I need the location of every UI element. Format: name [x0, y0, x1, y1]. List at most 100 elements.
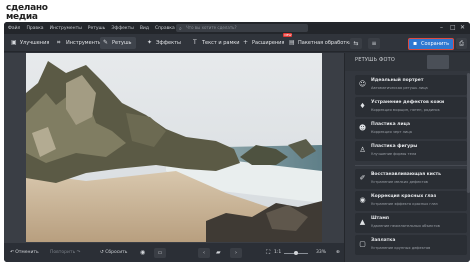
tab-retouch[interactable]: ✎ Ретушь	[100, 37, 136, 49]
menu-effects[interactable]: Эффекты	[111, 26, 134, 31]
panel-scrollbar[interactable]	[467, 73, 470, 193]
beach-photo[interactable]	[26, 53, 322, 242]
minimize-icon[interactable]: –	[440, 24, 443, 32]
panel-header: РЕТУШЬ ФОТО	[345, 53, 470, 71]
layers-button[interactable]: ≡	[368, 38, 380, 49]
compare-button[interactable]: ⇆	[350, 38, 362, 49]
tab-text-frames-label: Текст и рамки	[202, 40, 240, 46]
reset-label: Сбросить	[105, 250, 128, 255]
tab-enhance[interactable]: ▣ Улучшения	[8, 37, 53, 49]
app-screenshot: сделано медиа Файл Правка Инструменты Ре…	[0, 0, 474, 266]
tool-figure-plastic[interactable]: ♙ Пластика фигуры Улучшение формы тела	[355, 141, 467, 161]
tool-face-plastic-subtitle: Коррекция черт лица	[371, 130, 412, 134]
tool-healing-brush[interactable]: ✐ Восстанавливающая кисть Устранение мел…	[355, 169, 467, 189]
search-input[interactable]: ⌕ Что вы хотите сделать?	[176, 24, 308, 32]
tool-red-eye[interactable]: ◉ Коррекция красных глаз Устранение эффе…	[355, 191, 467, 211]
zoom-one-to-one[interactable]: 1:1	[274, 248, 281, 258]
batch-icon: ▤	[289, 39, 295, 46]
tab-extensions[interactable]: + Расширения NEW	[240, 33, 293, 49]
maximize-icon[interactable]: □	[450, 24, 456, 32]
panel-thumbnail	[427, 55, 449, 69]
tool-figure-plastic-title: Пластика фигуры	[371, 144, 418, 149]
tab-text-frames[interactable]: T Текст и рамки	[190, 37, 244, 49]
tab-tools-label: Инструменты	[66, 40, 102, 46]
search-icon: ⌕	[179, 26, 182, 32]
fit-screen-icon[interactable]: ⛶	[266, 248, 270, 258]
menu-tools[interactable]: Инструменты	[50, 26, 82, 31]
tool-patch[interactable]: ▢ Заплатка Устранение крупных дефектов	[355, 235, 467, 255]
bottom-bar: ↶ Отменить Повторить ↷ ↺ Сбросить ◉ ▭ ‹ …	[4, 242, 344, 262]
tab-batch[interactable]: ▤ Пакетная обработка	[286, 37, 356, 49]
close-icon[interactable]: ✕	[460, 24, 465, 32]
tab-retouch-label: Ретушь	[112, 40, 132, 46]
tool-face-plastic[interactable]: ☻ Пластика лица Коррекция черт лица	[355, 119, 467, 139]
tool-ideal-portrait[interactable]: ☺ Идеальный портрет Автоматическая ретуш…	[355, 75, 467, 95]
zoom-slider-handle[interactable]	[294, 251, 298, 255]
tool-healing-brush-subtitle: Устранение мелких дефектов	[371, 180, 428, 184]
tab-effects[interactable]: ✦ Эффекты	[144, 37, 185, 49]
redo-button[interactable]: Повторить ↷	[50, 248, 80, 258]
compare-icon: ⇆	[353, 40, 359, 47]
zoom-in-icon[interactable]: ⊕	[336, 248, 340, 258]
menu-retouch[interactable]: Ретушь	[88, 26, 106, 31]
save-icon: ▪	[413, 40, 418, 47]
save-label: Сохранить	[421, 41, 450, 47]
folder-icon[interactable]: ▰	[216, 248, 221, 258]
tab-batch-label: Пакетная обработка	[298, 40, 353, 46]
panel-divider	[355, 165, 467, 166]
editor-window: Файл Правка Инструменты Ретушь Эффекты В…	[4, 22, 470, 262]
magic-wand-icon: ✦	[147, 39, 153, 46]
redo-label: Повторить	[50, 250, 76, 255]
tool-red-eye-subtitle: Устранение эффекта красных глаз	[371, 202, 438, 206]
menu-help[interactable]: Справка	[155, 26, 175, 31]
text-icon: T	[193, 39, 197, 46]
tool-skin-defects[interactable]: ♦ Устранение дефектов кожи Коррекция мор…	[355, 97, 467, 117]
tool-figure-plastic-subtitle: Улучшение формы тела	[371, 152, 417, 156]
tool-patch-subtitle: Устранение крупных дефектов	[371, 246, 431, 250]
save-button[interactable]: ▪ Сохранить	[408, 38, 454, 50]
menu-edit[interactable]: Правка	[26, 26, 43, 31]
tool-stamp-subtitle: Удаление нежелательных объектов	[371, 224, 440, 228]
tab-enhance-label: Улучшения	[20, 40, 50, 46]
tool-stamp[interactable]: ▲ Штамп Удаление нежелательных объектов	[355, 213, 467, 233]
undo-button[interactable]: ↶ Отменить	[10, 248, 39, 258]
tool-skin-defects-title: Устранение дефектов кожи	[371, 100, 445, 105]
figure-icon: ♙	[359, 146, 366, 154]
brand-logo: сделано медиа	[6, 4, 50, 24]
tool-patch-title: Заплатка	[371, 238, 396, 243]
patch-icon: ▢	[359, 240, 366, 248]
compare-view-button[interactable]: ▭	[154, 248, 166, 258]
panel-title: РЕТУШЬ ФОТО	[355, 57, 396, 63]
reset-button[interactable]: ↺ Сбросить	[100, 248, 127, 258]
main-toolbar: ▣ Улучшения ⌗ Инструменты ✎ Ретушь ✦ Эфф…	[4, 33, 470, 52]
healing-brush-icon: ✐	[359, 174, 366, 182]
logo-line-2: медиа	[6, 12, 38, 22]
tab-effects-label: Эффекты	[156, 40, 181, 46]
tool-skin-defects-subtitle: Коррекция морщин, пятен, родинок	[371, 108, 440, 112]
next-photo-button[interactable]: ›	[230, 248, 242, 258]
photo-canvas[interactable]	[4, 53, 344, 242]
stamp-icon: ▲	[359, 218, 366, 226]
tool-healing-brush-title: Восстанавливающая кисть	[371, 172, 441, 177]
tool-stamp-title: Штамп	[371, 216, 389, 221]
undo-label: Отменить	[15, 250, 39, 255]
print-button[interactable]: ⎙	[456, 38, 467, 49]
tool-ideal-portrait-title: Идеальный портрет	[371, 78, 424, 83]
drop-icon: ♦	[359, 102, 366, 110]
tool-ideal-portrait-subtitle: Автоматическая ретушь лица	[371, 86, 428, 90]
tool-face-plastic-title: Пластика лица	[371, 122, 411, 127]
eye-icon: ◉	[359, 196, 366, 204]
menu-file[interactable]: Файл	[8, 26, 20, 31]
crop-icon: ⌗	[57, 39, 61, 46]
menu-view[interactable]: Вид	[140, 26, 149, 31]
zoom-percent: 33%	[316, 250, 327, 255]
search-placeholder: Что вы хотите сделать?	[186, 25, 237, 30]
chevron-right-icon: ›	[235, 250, 237, 256]
plus-icon: +	[243, 39, 249, 46]
preview-eye-icon[interactable]: ◉	[140, 248, 145, 258]
face-icon: ☻	[358, 124, 367, 132]
portrait-icon: ☺	[358, 80, 367, 88]
tab-tools[interactable]: ⌗ Инструменты	[54, 37, 106, 49]
tab-extensions-label: Расширения	[252, 40, 285, 46]
prev-photo-button[interactable]: ‹	[198, 248, 210, 258]
